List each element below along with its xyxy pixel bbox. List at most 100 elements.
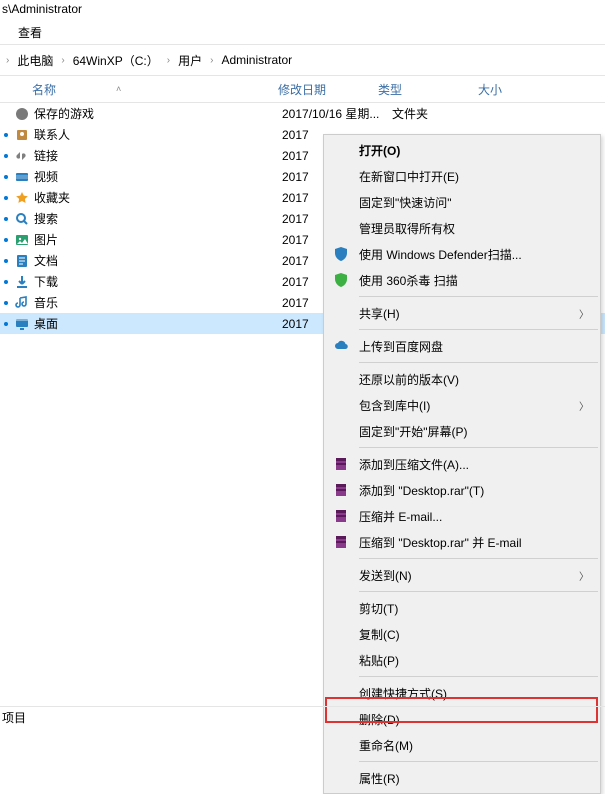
menu-label: 复制(C) bbox=[359, 626, 400, 643]
breadcrumb-item[interactable]: 用户 bbox=[174, 50, 206, 71]
chevron-right-icon: › bbox=[61, 55, 64, 66]
file-name: 文档 bbox=[32, 252, 282, 269]
menu-label: 压缩到 "Desktop.rar" 并 E-mail bbox=[359, 534, 522, 551]
picture-icon bbox=[12, 232, 32, 248]
chevron-right-icon: 〉 bbox=[579, 568, 589, 583]
menu-item[interactable]: 共享(H) 〉 bbox=[325, 300, 599, 326]
menu-item[interactable]: 还原以前的版本(V) bbox=[325, 366, 599, 392]
status-text: 项目 bbox=[2, 709, 26, 726]
menu-item[interactable]: 复制(C) bbox=[325, 621, 599, 647]
file-name: 收藏夹 bbox=[32, 189, 282, 206]
menu-view[interactable]: 查看 bbox=[18, 26, 42, 40]
row-marker bbox=[0, 322, 12, 326]
col-name[interactable]: 名称 ˄ bbox=[28, 81, 278, 98]
row-marker bbox=[0, 217, 12, 221]
menubar[interactable]: 查看 bbox=[0, 22, 605, 44]
menu-label: 剪切(T) bbox=[359, 600, 398, 617]
menu-item[interactable]: 属性(R) bbox=[325, 765, 599, 791]
col-size[interactable]: 大小 bbox=[478, 81, 558, 98]
music-icon bbox=[12, 295, 32, 311]
menu-item[interactable]: 剪切(T) bbox=[325, 595, 599, 621]
menu-item[interactable]: 使用 Windows Defender扫描... bbox=[325, 241, 599, 267]
chevron-right-icon: › bbox=[210, 55, 213, 66]
row-marker bbox=[0, 154, 12, 158]
file-row[interactable]: 保存的游戏2017/10/16 星期...文件夹 bbox=[0, 103, 605, 124]
row-marker bbox=[0, 259, 12, 263]
link-icon bbox=[12, 148, 32, 164]
file-name: 保存的游戏 bbox=[32, 105, 282, 122]
doc-icon bbox=[12, 253, 32, 269]
menu-item[interactable]: 使用 360杀毒 扫描 bbox=[325, 267, 599, 293]
file-name: 链接 bbox=[32, 147, 282, 164]
row-marker bbox=[0, 301, 12, 305]
chevron-right-icon: 〉 bbox=[579, 398, 589, 413]
star-icon bbox=[12, 190, 32, 206]
row-marker bbox=[0, 196, 12, 200]
desktop-icon bbox=[12, 316, 32, 332]
row-marker bbox=[0, 280, 12, 284]
menu-item[interactable]: 重命名(M) bbox=[325, 732, 599, 758]
video-icon bbox=[12, 169, 32, 185]
rar-icon bbox=[331, 534, 351, 550]
shield-blue-icon bbox=[331, 246, 351, 262]
menu-label: 使用 Windows Defender扫描... bbox=[359, 246, 522, 263]
menu-item[interactable]: 添加到压缩文件(A)... bbox=[325, 451, 599, 477]
menu-item[interactable]: 压缩并 E-mail... bbox=[325, 503, 599, 529]
menu-item[interactable]: 添加到 "Desktop.rar"(T) bbox=[325, 477, 599, 503]
cloud-icon bbox=[331, 338, 351, 354]
menu-item[interactable]: 固定到"快速访问" bbox=[325, 189, 599, 215]
file-name: 搜索 bbox=[32, 210, 282, 227]
chevron-right-icon: › bbox=[167, 55, 170, 66]
rar-icon bbox=[331, 482, 351, 498]
menu-label: 上传到百度网盘 bbox=[359, 338, 443, 355]
breadcrumb[interactable]: › 此电脑 › 64WinXP（C:） › 用户 › Administrator bbox=[0, 45, 605, 75]
menu-label: 固定到"开始"屏幕(P) bbox=[359, 423, 468, 440]
menu-item[interactable]: 上传到百度网盘 bbox=[325, 333, 599, 359]
rar-icon bbox=[331, 508, 351, 524]
window-titlebar: s\Administrator bbox=[0, 0, 605, 22]
breadcrumb-item[interactable]: 64WinXP（C:） bbox=[69, 50, 163, 71]
col-type[interactable]: 类型 bbox=[378, 81, 478, 98]
chevron-right-icon: 〉 bbox=[579, 306, 589, 321]
menu-item[interactable]: 发送到(N) 〉 bbox=[325, 562, 599, 588]
file-name: 联系人 bbox=[32, 126, 282, 143]
menu-item[interactable]: 压缩到 "Desktop.rar" 并 E-mail bbox=[325, 529, 599, 555]
menu-item[interactable]: 粘贴(P) bbox=[325, 647, 599, 673]
menu-label: 在新窗口中打开(E) bbox=[359, 168, 459, 185]
menu-label: 添加到压缩文件(A)... bbox=[359, 456, 469, 473]
sort-caret-icon: ˄ bbox=[116, 84, 121, 94]
file-date: 2017/10/16 星期... bbox=[282, 105, 392, 122]
menu-label: 管理员取得所有权 bbox=[359, 220, 455, 237]
menu-label: 还原以前的版本(V) bbox=[359, 371, 459, 388]
menu-item[interactable]: 固定到"开始"屏幕(P) bbox=[325, 418, 599, 444]
menu-label: 属性(R) bbox=[359, 770, 400, 787]
search-icon bbox=[12, 211, 32, 227]
file-name: 图片 bbox=[32, 231, 282, 248]
contact-icon bbox=[12, 127, 32, 143]
file-type: 文件夹 bbox=[392, 105, 452, 122]
breadcrumb-item[interactable]: 此电脑 bbox=[13, 50, 57, 71]
context-menu[interactable]: 打开(O) 在新窗口中打开(E) 固定到"快速访问" 管理员取得所有权使用 Windo… bbox=[323, 134, 601, 794]
file-name: 下载 bbox=[32, 273, 282, 290]
menu-item[interactable]: 创建快捷方式(S) bbox=[325, 680, 599, 706]
menu-item[interactable]: 在新窗口中打开(E) bbox=[325, 163, 599, 189]
menu-label: 共享(H) bbox=[359, 305, 400, 322]
chevron-right-icon: › bbox=[6, 55, 9, 66]
file-name: 音乐 bbox=[32, 294, 282, 311]
row-marker bbox=[0, 112, 12, 116]
col-date[interactable]: 修改日期 bbox=[278, 81, 378, 98]
menu-item[interactable]: 包含到库中(I) 〉 bbox=[325, 392, 599, 418]
menu-label: 压缩并 E-mail... bbox=[359, 508, 442, 525]
status-bar: 项目 bbox=[0, 706, 605, 728]
menu-item[interactable]: 管理员取得所有权 bbox=[325, 215, 599, 241]
menu-label: 使用 360杀毒 扫描 bbox=[359, 272, 458, 289]
column-headers[interactable]: 名称 ˄ 修改日期 类型 大小 bbox=[0, 75, 605, 103]
breadcrumb-item[interactable]: Administrator bbox=[217, 51, 296, 69]
rar-icon bbox=[331, 456, 351, 472]
menu-label: 打开(O) bbox=[359, 142, 400, 159]
menu-item[interactable]: 打开(O) bbox=[325, 137, 599, 163]
file-name: 视频 bbox=[32, 168, 282, 185]
shield-green-icon bbox=[331, 272, 351, 288]
menu-label: 发送到(N) bbox=[359, 567, 412, 584]
menu-label: 包含到库中(I) bbox=[359, 397, 430, 414]
